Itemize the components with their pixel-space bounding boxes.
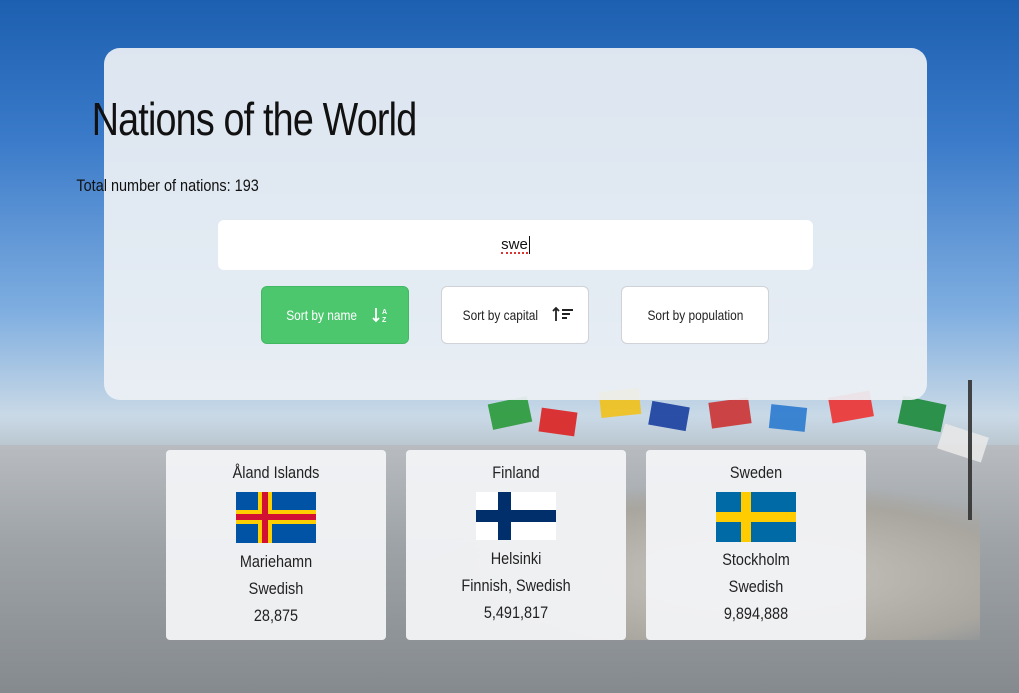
country-name: Finland xyxy=(492,463,540,482)
sort-by-capital-label: Sort by capital xyxy=(462,307,538,323)
total-nations-label: Total number of nations: 193 xyxy=(76,176,259,195)
sweden-flag-icon xyxy=(716,492,796,542)
country-population: 28,875 xyxy=(253,606,299,625)
aland-flag-icon xyxy=(236,492,316,543)
sort-alpha-down-icon: A Z xyxy=(371,308,387,324)
svg-text:A: A xyxy=(382,309,387,316)
sort-by-name-button[interactable]: Sort by name A Z xyxy=(261,286,409,344)
country-capital: Helsinki xyxy=(490,549,542,568)
country-card: Sweden Stockholm Swedish 9,894,888 xyxy=(646,450,866,640)
sort-by-name-label: Sort by name xyxy=(286,307,358,323)
country-name: Åland Islands xyxy=(232,463,320,482)
country-population: 5,491,817 xyxy=(483,603,549,622)
country-card: Åland Islands Mariehamn Swedish 28,875 xyxy=(166,450,386,640)
sort-by-population-label: Sort by population xyxy=(647,307,743,323)
finland-flag-icon xyxy=(476,492,556,540)
sort-by-capital-button[interactable]: Sort by capital xyxy=(441,286,589,344)
page-title: Nations of the World xyxy=(91,93,417,145)
country-population: 9,894,888 xyxy=(723,604,789,623)
country-languages: Swedish xyxy=(248,579,304,598)
search-input-value: swe xyxy=(501,235,528,254)
text-caret xyxy=(528,236,530,254)
country-languages: Finnish, Swedish xyxy=(461,576,571,595)
country-card: Finland Helsinki Finnish, Swedish 5,491,… xyxy=(406,450,626,640)
svg-text:Z: Z xyxy=(382,317,387,324)
country-languages: Swedish xyxy=(728,577,784,596)
country-capital: Mariehamn xyxy=(239,552,313,571)
search-input[interactable]: swe xyxy=(218,220,813,270)
country-name: Sweden xyxy=(729,463,783,482)
sort-by-population-button[interactable]: Sort by population xyxy=(621,286,769,344)
sort-amount-down-icon xyxy=(552,306,574,321)
country-capital: Stockholm xyxy=(722,550,790,569)
